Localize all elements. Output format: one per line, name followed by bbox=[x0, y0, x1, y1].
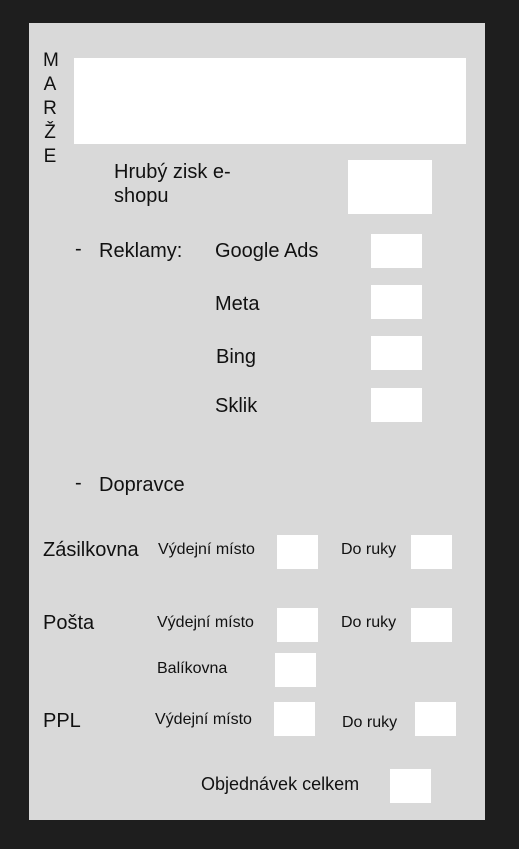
posta-label: Pošta bbox=[43, 612, 95, 634]
reklamy-label: Reklamy: bbox=[99, 240, 183, 262]
ppl-label: PPL bbox=[43, 710, 81, 732]
hruby-zisk-label-line2: shopu bbox=[114, 185, 169, 207]
posta-do-ruky-label: Do ruky bbox=[341, 614, 397, 631]
dopravce-dash: - bbox=[75, 472, 82, 494]
sklik-input[interactable] bbox=[371, 388, 422, 422]
reklamy-dash: - bbox=[75, 238, 82, 260]
objednavek-celkem-label: Objednávek celkem bbox=[201, 774, 360, 794]
zasilkovna-vydejni-input[interactable] bbox=[277, 535, 318, 569]
meta-label: Meta bbox=[215, 293, 260, 315]
meta-input[interactable] bbox=[371, 285, 422, 319]
google-ads-label: Google Ads bbox=[215, 240, 319, 262]
form-panel: M A R Ž E Hrubý zisk e- shopu - Reklamy:… bbox=[29, 23, 485, 820]
posta-vydejni-label: Výdejní místo bbox=[157, 614, 254, 631]
ppl-do-ruky-label: Do ruky bbox=[342, 714, 398, 731]
marze-letter: R bbox=[43, 98, 57, 119]
objednavek-celkem-input[interactable] bbox=[390, 769, 431, 803]
marze-vertical-label: M A R Ž E bbox=[43, 49, 59, 169]
posta-balikovna-label: Balíkovna bbox=[157, 660, 228, 677]
ppl-vydejni-input[interactable] bbox=[274, 702, 315, 736]
google-ads-input[interactable] bbox=[371, 234, 422, 268]
posta-do-ruky-input[interactable] bbox=[411, 608, 452, 642]
dopravce-label: Dopravce bbox=[99, 474, 185, 496]
marze-letter: E bbox=[43, 146, 57, 167]
ppl-vydejni-label: Výdejní místo bbox=[155, 711, 252, 728]
zasilkovna-vydejni-label: Výdejní místo bbox=[158, 541, 255, 558]
bing-label: Bing bbox=[216, 346, 257, 368]
zasilkovna-do-ruky-label: Do ruky bbox=[341, 541, 397, 558]
hruby-zisk-label-line1: Hrubý zisk e- bbox=[114, 161, 231, 183]
sklik-label: Sklik bbox=[215, 395, 258, 417]
posta-vydejni-input[interactable] bbox=[277, 608, 318, 642]
hruby-zisk-label: Hrubý zisk e- shopu bbox=[114, 160, 231, 208]
marze-letter: A bbox=[43, 74, 57, 95]
zasilkovna-do-ruky-input[interactable] bbox=[411, 535, 452, 569]
zasilkovna-label: Zásilkovna bbox=[43, 539, 139, 561]
ppl-do-ruky-input[interactable] bbox=[415, 702, 456, 736]
hruby-zisk-input[interactable] bbox=[348, 160, 432, 214]
marze-letter: Ž bbox=[44, 122, 56, 143]
posta-balikovna-input[interactable] bbox=[275, 653, 316, 687]
bing-input[interactable] bbox=[371, 336, 422, 370]
marze-input[interactable] bbox=[74, 58, 466, 144]
marze-letter: M bbox=[43, 50, 59, 71]
